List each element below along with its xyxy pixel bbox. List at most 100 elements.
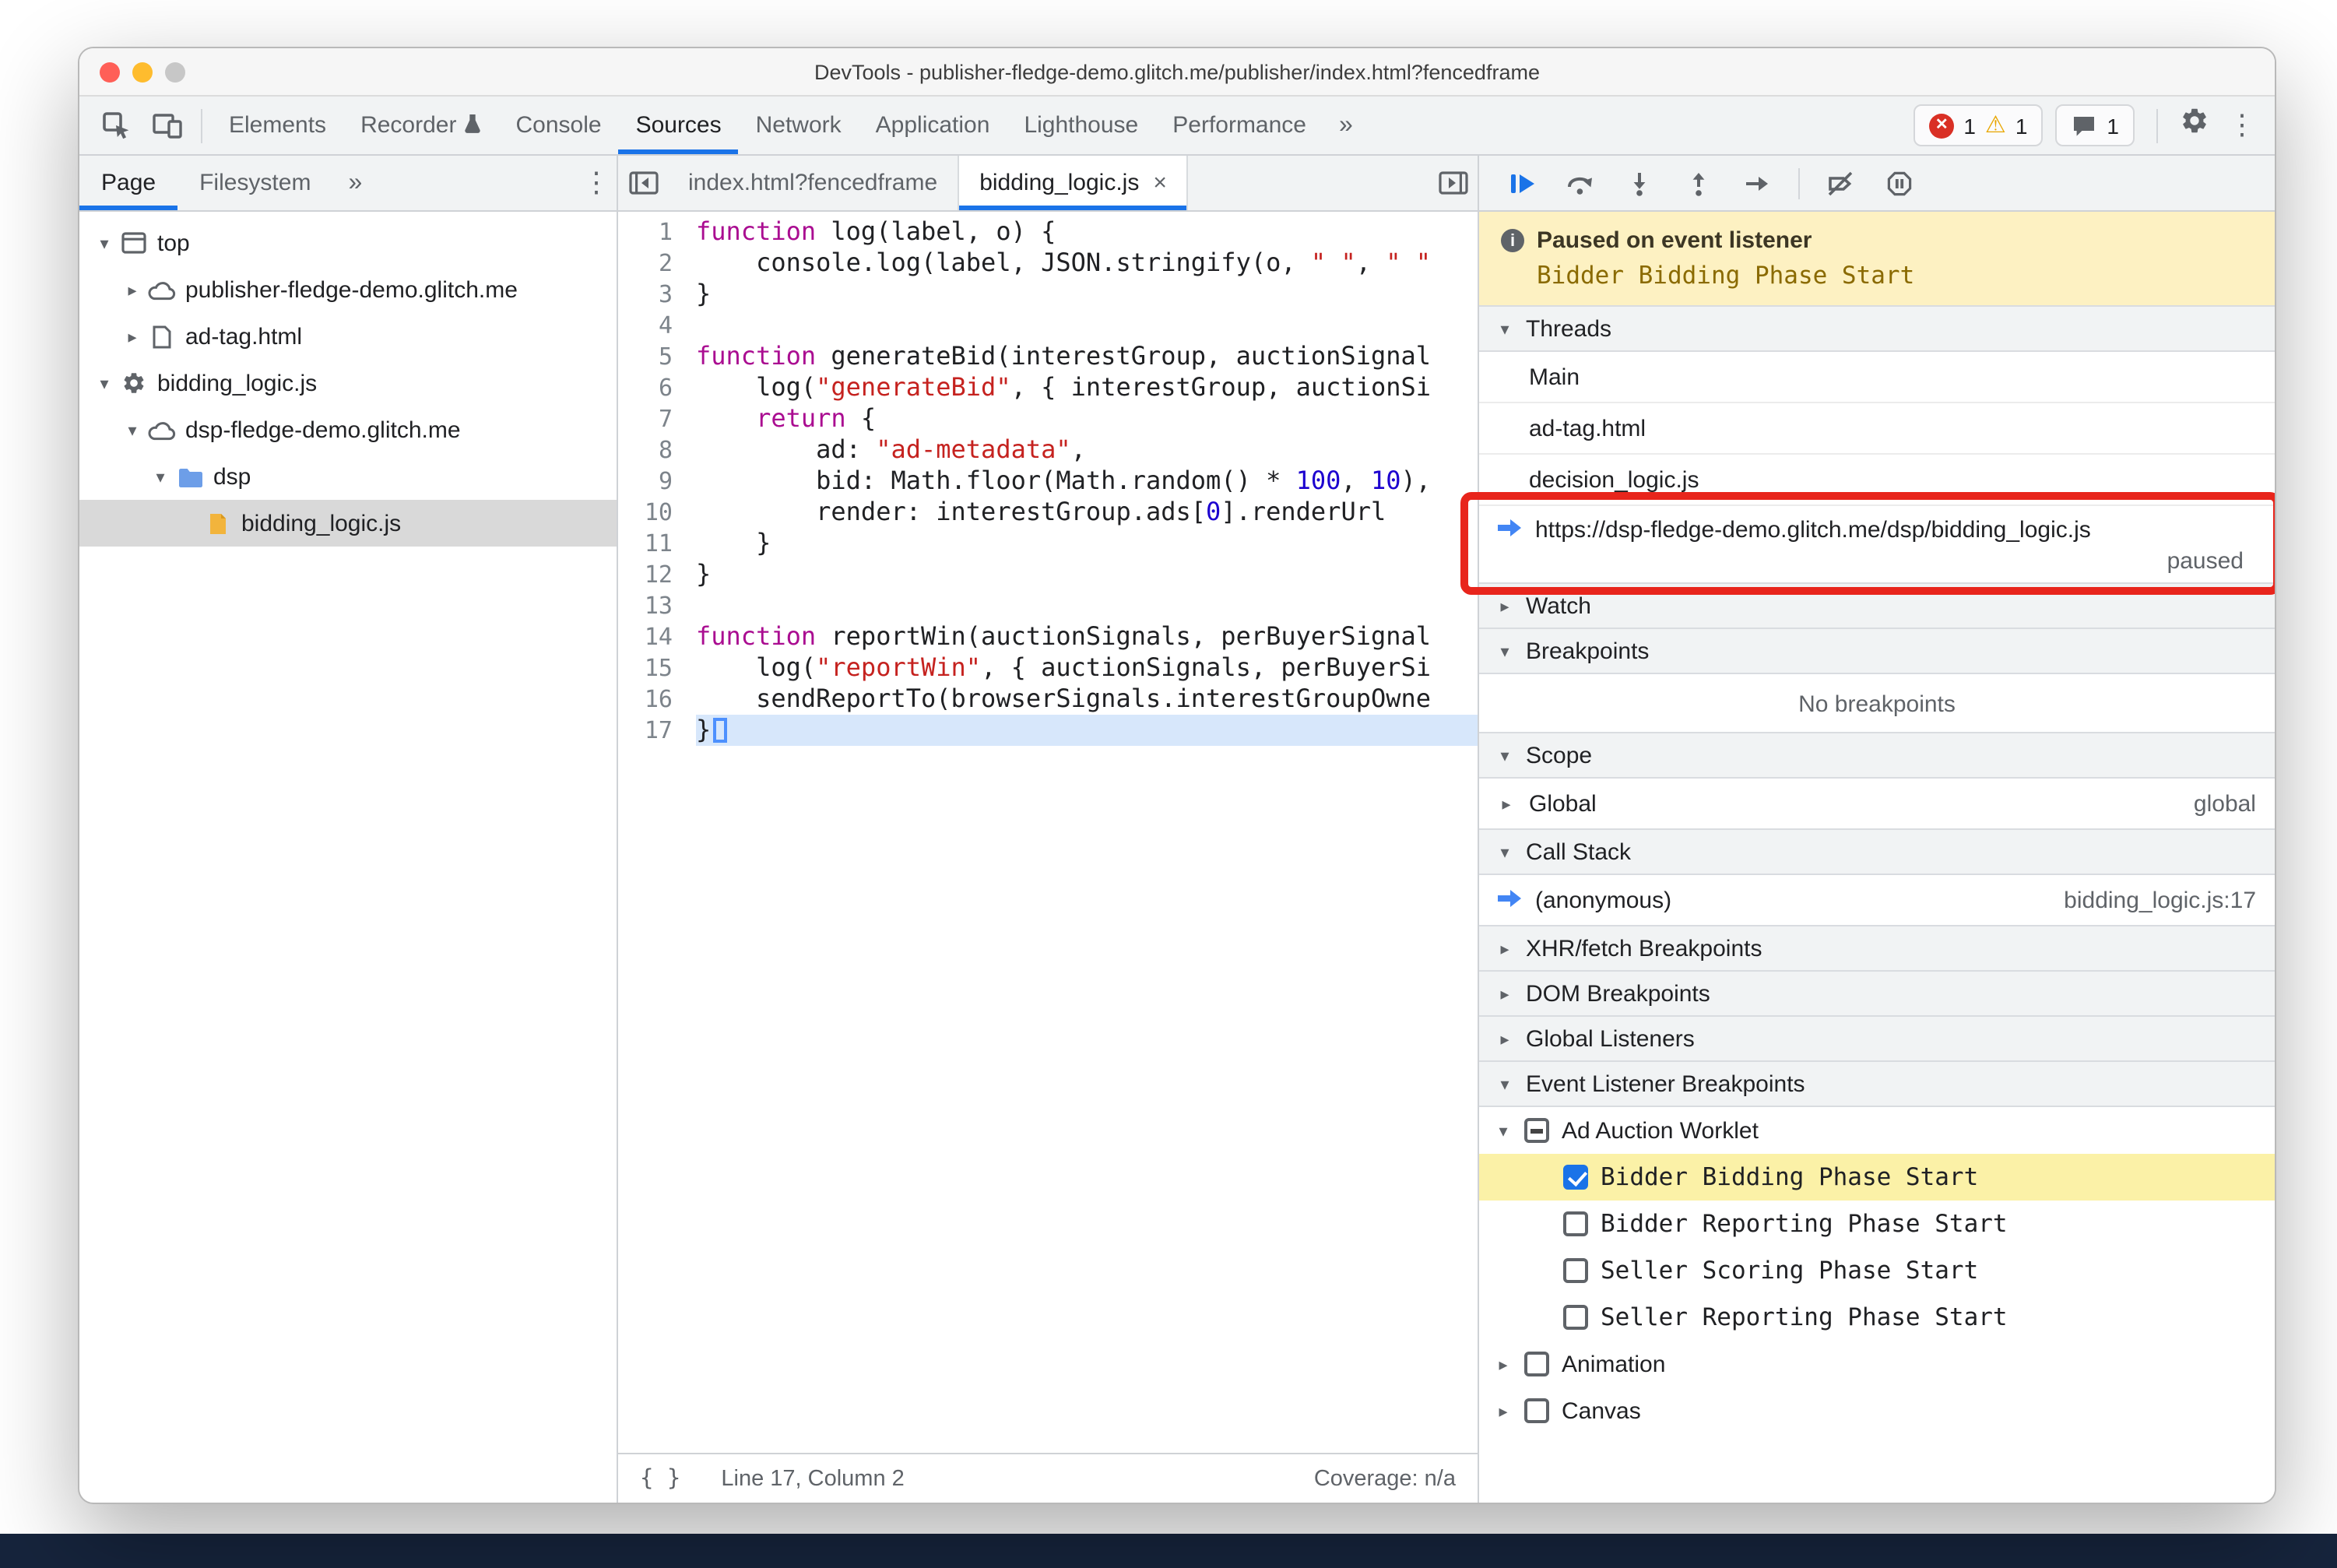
disclosure-icon[interactable]: ▾ (148, 466, 173, 487)
tab-network[interactable]: Network (739, 97, 859, 154)
close-icon[interactable]: × (1153, 170, 1167, 196)
zoom-window-button[interactable] (165, 62, 185, 82)
disclosure-icon[interactable]: ▸ (1495, 1401, 1512, 1421)
thread-item[interactable]: Main (1479, 352, 2275, 403)
close-window-button[interactable] (100, 62, 120, 82)
more-navigator-tabs-button[interactable]: » (332, 169, 378, 197)
section-xhr-breakpoints[interactable]: ▸ XHR/fetch Breakpoints (1479, 925, 2275, 972)
inspect-element-icon[interactable] (92, 102, 142, 149)
code-text[interactable]: render: interestGroup.ads[0].renderUrl (696, 497, 1478, 528)
disclosure-icon[interactable]: ▸ (120, 279, 145, 300)
line-number[interactable]: 14 (618, 621, 696, 652)
code-text[interactable]: bid: Math.floor(Math.random() * 100, 10)… (696, 466, 1478, 497)
tab-application[interactable]: Application (859, 97, 1007, 154)
code-text[interactable]: } (696, 528, 1478, 559)
navigator-menu-icon[interactable]: ⋮ (576, 167, 617, 199)
pretty-print-icon[interactable]: { } (640, 1466, 680, 1491)
line-number[interactable]: 17 (618, 715, 696, 746)
code-text[interactable]: console.log(label, JSON.stringify(o, " "… (696, 248, 1478, 279)
tab-console[interactable]: Console (498, 97, 618, 154)
line-number[interactable]: 6 (618, 372, 696, 403)
line-number[interactable]: 5 (618, 341, 696, 372)
pause-on-exceptions-icon[interactable] (1873, 161, 1926, 205)
code-text[interactable] (696, 310, 1478, 341)
line-number[interactable]: 7 (618, 403, 696, 434)
line-number[interactable]: 1 (618, 216, 696, 248)
tree-item-ad-tag-html[interactable]: ▸ ad-tag.html (79, 313, 617, 360)
thread-item-current[interactable]: https://dsp-fledge-demo.glitch.me/dsp/bi… (1460, 492, 2275, 595)
checkbox[interactable] (1524, 1352, 1549, 1376)
disclosure-icon[interactable]: ▾ (120, 420, 145, 440)
section-scope[interactable]: ▾ Scope (1479, 732, 2275, 779)
checkbox[interactable] (1563, 1305, 1588, 1330)
disclosure-icon[interactable]: ▾ (92, 373, 117, 393)
elb-group-animation[interactable]: ▸ Animation (1479, 1341, 2275, 1387)
device-toolbar-icon[interactable] (142, 102, 192, 149)
line-number[interactable]: 9 (618, 466, 696, 497)
step-into-icon[interactable] (1613, 161, 1666, 205)
code-text[interactable] (696, 590, 1478, 621)
elb-item-bidder-bidding-phase-start[interactable]: Bidder Bidding Phase Start (1479, 1154, 2275, 1201)
line-number[interactable]: 2 (618, 248, 696, 279)
elb-item-seller-scoring-phase-start[interactable]: Seller Scoring Phase Start (1479, 1247, 2275, 1294)
minimize-window-button[interactable] (132, 62, 153, 82)
code-text[interactable]: } (696, 559, 1478, 590)
code-text[interactable]: log("generateBid", { interestGroup, auct… (696, 372, 1478, 403)
line-number[interactable]: 13 (618, 590, 696, 621)
frame-location[interactable]: bidding_logic.js:17 (2064, 888, 2256, 914)
line-number[interactable]: 4 (618, 310, 696, 341)
devtools-menu-icon[interactable]: ⋮ (2222, 109, 2262, 142)
code-text[interactable]: function log(label, o) { (696, 216, 1478, 248)
scope-global-row[interactable]: ▸ Global global (1479, 779, 2275, 830)
tab-lighthouse[interactable]: Lighthouse (1007, 97, 1155, 154)
elb-group-canvas[interactable]: ▸ Canvas (1479, 1387, 2275, 1434)
thread-item[interactable]: decision_logic.js (1479, 455, 2275, 506)
elb-group-ad-auction-worklet[interactable]: ▾ Ad Auction Worklet (1479, 1107, 2275, 1154)
disclosure-icon[interactable]: ▾ (92, 233, 117, 253)
step-out-icon[interactable] (1672, 161, 1725, 205)
checkbox[interactable] (1524, 1118, 1549, 1143)
tree-item-publisher-fledge-demo-glitch-me[interactable]: ▸ publisher-fledge-demo.glitch.me (79, 266, 617, 313)
disclosure-icon[interactable]: ▸ (120, 326, 145, 346)
tab-performance[interactable]: Performance (1155, 97, 1323, 154)
disclosure-icon[interactable]: ▾ (1495, 1120, 1512, 1141)
tree-item-bidding-logic-js[interactable]: bidding_logic.js (79, 500, 617, 547)
hide-navigator-icon[interactable] (618, 160, 668, 206)
elb-item-seller-reporting-phase-start[interactable]: Seller Reporting Phase Start (1479, 1294, 2275, 1341)
settings-gear-icon[interactable] (2180, 106, 2209, 145)
code-text[interactable]: function generateBid(interestGroup, auct… (696, 341, 1478, 372)
file-tab-bidding-logic[interactable]: bidding_logic.js × (959, 156, 1189, 210)
line-number[interactable]: 15 (618, 652, 696, 684)
line-number[interactable]: 3 (618, 279, 696, 310)
section-dom-breakpoints[interactable]: ▸ DOM Breakpoints (1479, 970, 2275, 1017)
line-number[interactable]: 11 (618, 528, 696, 559)
tab-elements[interactable]: Elements (212, 97, 343, 154)
tab-page[interactable]: Page (79, 156, 177, 210)
tab-recorder[interactable]: Recorder (343, 97, 498, 154)
checkbox[interactable] (1563, 1211, 1588, 1236)
tab-filesystem[interactable]: Filesystem (177, 156, 332, 210)
tree-item-dsp-fledge-demo-glitch-me[interactable]: ▾ dsp-fledge-demo.glitch.me (79, 406, 617, 453)
more-panels-button[interactable]: » (1323, 111, 1369, 139)
call-stack-frame-row[interactable]: (anonymous) bidding_logic.js:17 (1479, 875, 2275, 926)
issues-badge[interactable]: 1 (2055, 104, 2135, 146)
tree-item-top[interactable]: ▾ top (79, 220, 617, 266)
section-breakpoints[interactable]: ▾ Breakpoints (1479, 628, 2275, 674)
elb-item-bidder-reporting-phase-start[interactable]: Bidder Reporting Phase Start (1479, 1201, 2275, 1247)
step-icon[interactable] (1731, 161, 1784, 205)
resume-script-icon[interactable] (1495, 161, 1548, 205)
tree-item-dsp[interactable]: ▾ dsp (79, 453, 617, 500)
checkbox[interactable] (1524, 1398, 1549, 1423)
checkbox[interactable] (1563, 1258, 1588, 1283)
deactivate-breakpoints-icon[interactable] (1814, 161, 1867, 205)
console-status-badges[interactable]: ✕ 1 ⚠ 1 (1914, 104, 2044, 146)
disclosure-icon[interactable]: ▸ (1495, 1354, 1512, 1374)
line-number[interactable]: 10 (618, 497, 696, 528)
line-number[interactable]: 16 (618, 684, 696, 715)
code-text[interactable]: } (696, 715, 1478, 746)
thread-item[interactable]: ad-tag.html (1479, 403, 2275, 455)
code-text[interactable]: } (696, 279, 1478, 310)
section-call-stack[interactable]: ▾ Call Stack (1479, 828, 2275, 875)
line-number[interactable]: 8 (618, 434, 696, 466)
section-watch[interactable]: ▸ Watch (1479, 582, 2275, 629)
